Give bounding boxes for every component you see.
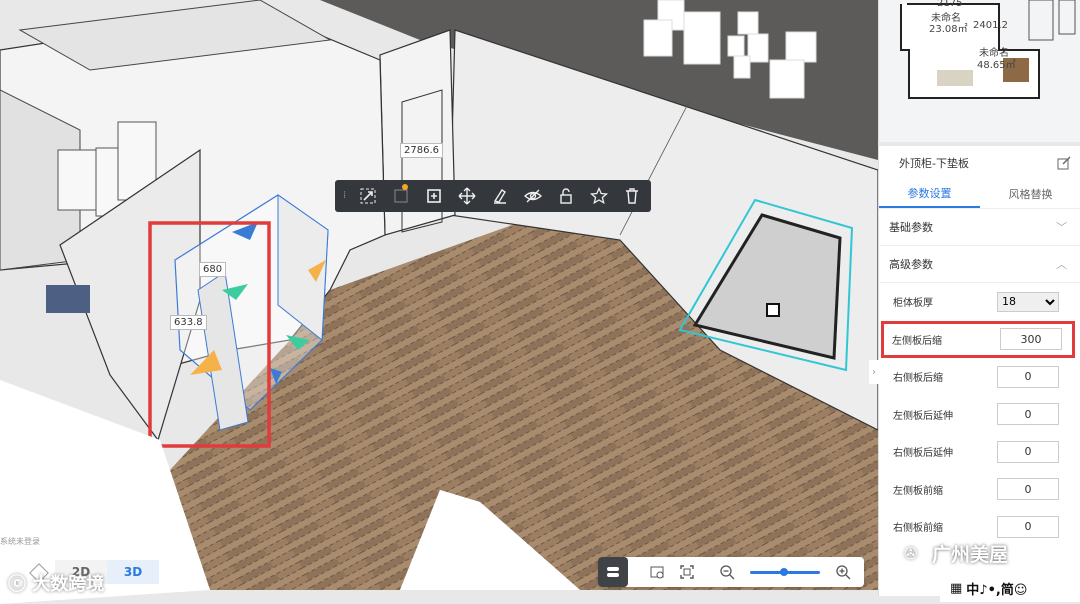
- ime-status-bar: ▦ 中♪•,简☺: [940, 574, 1080, 602]
- param-row-right-back-extend: 右侧板后延伸: [879, 433, 1080, 471]
- param-label: 右侧板后缩: [893, 373, 943, 385]
- status-hint: 系统未登录: [0, 537, 40, 546]
- chevron-up-icon: ︿: [1056, 258, 1067, 271]
- wechat-logo-icon: ⓒ: [8, 574, 26, 595]
- view-3d-button[interactable]: 3D: [107, 560, 159, 584]
- width-dimension-label: 680: [199, 262, 227, 277]
- left-front-shrink-input[interactable]: [997, 478, 1059, 501]
- section-advanced[interactable]: 高级参数 ︿: [879, 246, 1080, 283]
- tab-parameters[interactable]: 参数设置: [879, 180, 980, 208]
- minimap-dim-side: 2401.2: [973, 20, 1008, 31]
- section-advanced-label: 高级参数: [889, 258, 933, 271]
- zoom-in-icon[interactable]: [828, 557, 858, 587]
- right-back-extend-input[interactable]: [997, 440, 1059, 463]
- board-thickness-select[interactable]: 18: [997, 291, 1059, 312]
- move-icon[interactable]: [450, 180, 483, 212]
- section-basic-label: 基础参数: [889, 221, 933, 234]
- edit-icon[interactable]: [1057, 156, 1071, 170]
- param-row-left-back-shrink: 左侧板后缩: [881, 320, 1075, 358]
- settings-icon[interactable]: [642, 557, 672, 587]
- replace-icon[interactable]: [351, 180, 384, 212]
- height-dimension-label: 2786.6: [400, 143, 443, 158]
- zoom-slider-knob[interactable]: [780, 567, 788, 576]
- zoom-slider[interactable]: [750, 567, 820, 576]
- param-label: 左侧板后缩: [892, 335, 942, 347]
- watermark-left: ⓒ 大数跨境: [8, 574, 105, 595]
- zoom-out-icon[interactable]: [712, 557, 742, 587]
- minimap-room2-area: 48.65㎡: [977, 60, 1016, 71]
- right-front-shrink-input[interactable]: [997, 515, 1059, 538]
- unlock-icon[interactable]: [549, 180, 582, 212]
- panel-collapse-handle[interactable]: ›: [869, 360, 879, 384]
- brush-icon[interactable]: [483, 180, 516, 212]
- right-back-shrink-input[interactable]: [997, 365, 1059, 388]
- view-controls: [598, 557, 864, 587]
- param-row-board-thickness: 柜体板厚 18: [879, 283, 1080, 321]
- add-icon[interactable]: [417, 180, 450, 212]
- hide-icon[interactable]: [516, 180, 549, 212]
- param-row-left-front-shrink: 左侧板前缩: [879, 471, 1080, 509]
- minimap-room1-area: 23.08㎡: [929, 24, 968, 35]
- param-label: 左侧板前缩: [893, 485, 943, 497]
- drag-handle[interactable]: ⁞: [343, 191, 351, 201]
- minimap-dim-top: 2175: [937, 0, 963, 9]
- fit-view-icon[interactable]: [672, 557, 702, 587]
- star-icon[interactable]: [582, 180, 615, 212]
- left-back-shrink-input[interactable]: [1000, 328, 1062, 351]
- properties-panel: 外顶柜-下垫板 参数设置 风格替换 基础参数 ﹀ 高级参数 ︿ 柜体板厚 18 …: [878, 146, 1080, 596]
- panel-title: 外顶柜-下垫板: [899, 157, 969, 170]
- param-label: 右侧板前缩: [893, 523, 943, 535]
- param-label: 右侧板后延伸: [893, 448, 953, 460]
- param-label: 柜体板厚: [893, 298, 933, 310]
- left-back-extend-input[interactable]: [997, 403, 1059, 426]
- resize-icon[interactable]: [384, 180, 417, 212]
- watermark-right: 广州美屋: [932, 544, 1009, 566]
- wechat-icon: ✇: [904, 544, 918, 563]
- param-row-left-back-extend: 左侧板后延伸: [879, 396, 1080, 434]
- object-toolbar: ⁞: [335, 180, 651, 212]
- floorplan-minimap[interactable]: 2175 未命名 23.08㎡ 2401.2 未命名 48.65㎡: [878, 0, 1080, 142]
- depth-dimension-label: 633.8: [170, 315, 207, 330]
- grid-icon: ▦: [950, 580, 963, 596]
- param-label: 左侧板后延伸: [893, 410, 953, 422]
- tab-style-replace[interactable]: 风格替换: [980, 180, 1080, 208]
- chevron-down-icon: ﹀: [1056, 221, 1067, 234]
- layers-icon[interactable]: [598, 557, 628, 587]
- delete-icon[interactable]: [615, 180, 648, 212]
- param-row-right-back-shrink: 右侧板后缩: [879, 358, 1080, 396]
- section-basic[interactable]: 基础参数 ﹀: [879, 209, 1080, 246]
- panel-tabs: 参数设置 风格替换: [879, 180, 1080, 209]
